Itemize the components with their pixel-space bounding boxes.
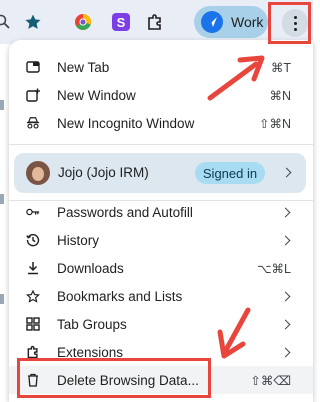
history-icon [26,233,40,247]
delete-browsing-data-highlight-box [17,358,211,398]
menu-item-label: New Window [57,87,136,103]
menu-item-label: Downloads [57,260,124,276]
profile-chip[interactable]: Work [194,6,268,38]
menu-profile-row[interactable]: Jojo (Jojo IRM) Signed in [14,153,306,193]
paper-plane-icon [201,11,223,33]
avatar [26,161,50,185]
page-fragment [0,294,4,304]
signed-in-badge: Signed in [195,162,265,184]
svg-text:S: S [117,15,126,30]
chrome-main-menu: New Tab ⌘T New Window ⌘N New Incognito W… [9,40,313,402]
menu-item-label: History [57,232,100,248]
chevron-right-icon [280,347,291,357]
arrow-to-delete-item-icon [217,307,251,359]
profile-chip-label: Work [231,14,264,30]
menu-item-tab-groups[interactable]: Tab Groups [9,310,313,338]
menu-item-shortcut: ⌘T [270,60,291,75]
puzzle-icon[interactable] [144,11,166,33]
menu-item-shortcut: ⇧⌘N [258,116,291,131]
menu-item-new-tab[interactable]: New Tab ⌘T [9,53,313,81]
page-fragment [0,100,4,110]
menu-item-downloads[interactable]: Downloads ⌥⌘L [9,254,313,282]
extensions-icon [26,345,40,359]
incognito-icon [26,116,40,130]
chrome-extension-icon[interactable] [72,11,94,33]
menu-item-history[interactable]: History [9,226,313,254]
chevron-right-icon [280,319,291,329]
menu-item-shortcut: ⌥⌘L [257,261,291,276]
menu-item-label: New Tab [57,59,110,75]
menu-item-new-window[interactable]: New Window ⌘N [9,81,313,109]
download-icon [26,261,40,275]
menu-item-shortcut: ⇧⌘⌫ [250,373,291,388]
menu-item-shortcut: ⌘N [269,88,291,103]
key-icon [26,205,40,219]
bookmark-star-icon[interactable] [22,11,44,33]
menu-item-passwords-and-autofill[interactable]: Passwords and Autofill [9,198,313,226]
arrow-to-menu-button-icon [207,55,265,101]
chevron-right-icon [280,207,291,217]
page-fragment [0,194,4,204]
menu-item-label: Bookmarks and Lists [57,288,183,304]
star-icon [26,289,40,303]
menu-item-label: New Incognito Window [57,115,195,131]
kebab-highlight-box [268,2,311,44]
zoom-icon[interactable] [0,11,14,33]
menu-divider [9,144,313,145]
s-extension-icon[interactable]: S [110,11,132,33]
chevron-right-icon [281,167,292,178]
tab-groups-icon [26,317,40,331]
menu-item-new-incognito-window[interactable]: New Incognito Window ⇧⌘N [9,109,313,137]
new-tab-icon [26,60,40,74]
new-window-icon [26,88,40,102]
chevron-right-icon [280,291,291,301]
profile-name: Jojo (Jojo IRM) [58,165,149,180]
menu-item-bookmarks-and-lists[interactable]: Bookmarks and Lists [9,282,313,310]
menu-item-label: Tab Groups [57,316,127,332]
browser-toolbar: S Work [0,0,313,44]
chevron-right-icon [280,235,291,245]
menu-item-label: Passwords and Autofill [57,204,193,220]
